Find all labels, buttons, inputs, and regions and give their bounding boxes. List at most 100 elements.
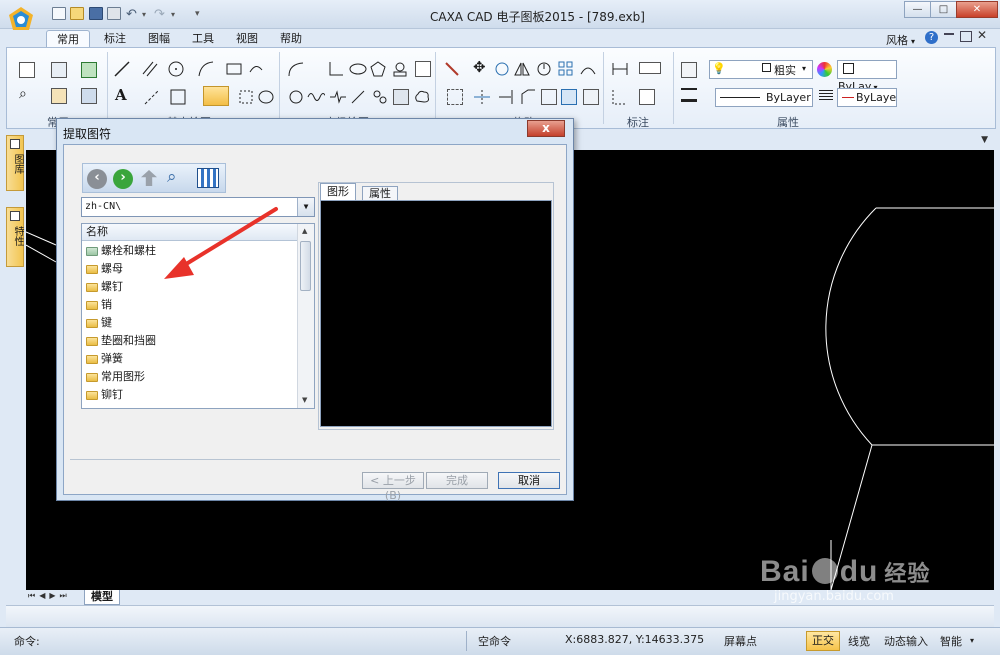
gear-profile-icon[interactable] bbox=[287, 88, 305, 106]
note-icon[interactable] bbox=[639, 89, 655, 105]
forward-icon[interactable]: › bbox=[113, 169, 133, 189]
view-mode-icon[interactable] bbox=[197, 168, 219, 188]
wave-icon[interactable] bbox=[257, 88, 275, 106]
spline-icon[interactable] bbox=[247, 60, 265, 78]
linewidth-icon[interactable] bbox=[681, 88, 697, 102]
layer-manager-icon[interactable] bbox=[681, 62, 697, 78]
arrow-icon[interactable] bbox=[349, 88, 367, 106]
hatch-icon[interactable] bbox=[169, 88, 187, 106]
list-item[interactable]: 销 bbox=[86, 296, 112, 314]
parallel-line-icon[interactable] bbox=[141, 60, 159, 78]
list-item[interactable]: 键 bbox=[86, 314, 112, 332]
print-icon[interactable] bbox=[107, 7, 121, 20]
snap-mode-selector[interactable]: 屏幕点 bbox=[724, 633, 757, 649]
properties-side-tab[interactable]: 特性 bbox=[6, 207, 24, 267]
search-icon[interactable]: ⌕ bbox=[167, 167, 177, 187]
array-icon[interactable] bbox=[557, 60, 575, 78]
linestyle-icon[interactable] bbox=[819, 90, 833, 102]
tab-list-dropdown-icon[interactable]: ▼ bbox=[981, 135, 988, 145]
rectangle-icon[interactable] bbox=[225, 60, 243, 78]
tab-model[interactable]: 模型 bbox=[84, 590, 120, 605]
tab-navigation-arrows[interactable]: ⏮◀▶⏭ bbox=[28, 591, 71, 601]
list-scrollbar[interactable]: ▲ ▼ bbox=[297, 224, 314, 408]
status-options-icon[interactable]: ▾ bbox=[970, 636, 974, 645]
customize-quick-access-icon[interactable]: ▾ bbox=[195, 9, 200, 19]
arc-icon[interactable] bbox=[197, 60, 215, 78]
ribbon-restore-icon[interactable] bbox=[960, 31, 972, 42]
list-item[interactable]: 螺栓和螺柱 bbox=[86, 242, 156, 260]
redo-dropdown-icon[interactable]: ▾ bbox=[171, 10, 175, 19]
circle-icon[interactable] bbox=[167, 60, 185, 78]
layers-icon[interactable] bbox=[51, 62, 67, 78]
ellipse-icon[interactable] bbox=[349, 60, 367, 78]
maximize-button[interactable]: □ bbox=[930, 1, 957, 18]
tab-help[interactable]: 帮助 bbox=[270, 30, 312, 47]
hole-icon[interactable] bbox=[371, 88, 389, 106]
fillet-icon[interactable] bbox=[541, 89, 557, 105]
finish-button[interactable]: 完成 bbox=[426, 472, 488, 489]
coordinate-dimension-icon[interactable] bbox=[611, 88, 629, 106]
pan-icon[interactable] bbox=[51, 88, 67, 104]
refresh-icon[interactable] bbox=[81, 62, 97, 78]
text-style-icon[interactable] bbox=[639, 62, 661, 74]
tab-attributes[interactable]: 属性 bbox=[362, 186, 398, 200]
color-wheel-icon[interactable] bbox=[817, 62, 832, 77]
centerline-icon[interactable] bbox=[143, 88, 161, 106]
linewidth-toggle[interactable]: 线宽 bbox=[848, 633, 870, 649]
trim-icon[interactable] bbox=[473, 88, 491, 106]
minimize-button[interactable]: — bbox=[904, 1, 931, 18]
library-side-tab[interactable]: 图库 bbox=[6, 135, 24, 191]
linewidth-combo[interactable]: ByLaye bbox=[837, 88, 897, 107]
scroll-down-icon[interactable]: ▼ bbox=[302, 396, 307, 404]
insert-symbol-button[interactable] bbox=[203, 86, 229, 106]
up-folder-icon[interactable] bbox=[141, 170, 157, 186]
back-icon[interactable]: ‹ bbox=[87, 169, 107, 189]
ribbon-minimize-icon[interactable] bbox=[944, 33, 954, 35]
close-button[interactable]: ✕ bbox=[956, 1, 998, 18]
undo-dropdown-icon[interactable]: ▾ bbox=[142, 10, 146, 19]
style-menu[interactable]: 风格 ▾ bbox=[886, 32, 915, 48]
chevron-down-icon[interactable]: ▼ bbox=[297, 198, 314, 216]
save-icon[interactable] bbox=[89, 7, 103, 20]
tab-graphic[interactable]: 图形 bbox=[320, 183, 356, 200]
move-icon[interactable]: ✥ bbox=[473, 58, 486, 76]
linear-dimension-icon[interactable] bbox=[611, 60, 629, 78]
erase-icon[interactable] bbox=[443, 60, 461, 78]
properties-icon[interactable] bbox=[81, 88, 97, 104]
new-file-icon[interactable] bbox=[52, 7, 66, 20]
help-icon[interactable]: ? bbox=[925, 31, 938, 44]
table-icon[interactable] bbox=[415, 61, 431, 77]
offset-icon[interactable] bbox=[561, 89, 577, 105]
redo-icon[interactable]: ↷ bbox=[154, 7, 165, 22]
tab-dimension[interactable]: 标注 bbox=[94, 30, 136, 47]
dialog-close-button[interactable]: x bbox=[527, 120, 565, 137]
list-item[interactable]: 铆钉 bbox=[86, 386, 123, 404]
line-icon[interactable] bbox=[113, 60, 131, 78]
axis-icon[interactable] bbox=[327, 60, 345, 78]
list-item[interactable]: 垫圈和挡圈 bbox=[86, 332, 156, 350]
select-box-icon[interactable] bbox=[447, 89, 463, 105]
mirror-icon[interactable] bbox=[513, 60, 531, 78]
tab-home[interactable]: 常用 bbox=[46, 30, 90, 48]
smart-snap-toggle[interactable]: 智能 bbox=[940, 633, 962, 649]
extend-icon[interactable] bbox=[497, 88, 515, 106]
cancel-button[interactable]: 取消 bbox=[498, 472, 560, 489]
wave-line-icon[interactable] bbox=[307, 88, 325, 106]
list-item[interactable]: 常用图形 bbox=[86, 368, 145, 386]
scroll-up-icon[interactable]: ▲ bbox=[302, 227, 307, 235]
tab-view[interactable]: 视图 bbox=[226, 30, 268, 47]
linetype-combo[interactable]: ByLayer bbox=[715, 88, 813, 107]
rotate-icon[interactable] bbox=[535, 60, 553, 78]
tab-tools[interactable]: 工具 bbox=[182, 30, 224, 47]
color-combo[interactable]: ByLay▾ bbox=[837, 60, 897, 93]
polyline-icon[interactable] bbox=[287, 60, 305, 78]
dynamic-input-toggle[interactable]: 动态输入 bbox=[884, 633, 928, 649]
list-item[interactable]: 弹簧 bbox=[86, 350, 123, 368]
break-line-icon[interactable] bbox=[329, 88, 347, 106]
cloud-icon[interactable] bbox=[413, 88, 431, 106]
zoom-icon[interactable]: ⌕ bbox=[19, 86, 27, 102]
scale-icon[interactable] bbox=[583, 89, 599, 105]
scroll-thumb[interactable] bbox=[300, 241, 311, 291]
block-icon[interactable] bbox=[237, 88, 255, 106]
text-icon[interactable]: A bbox=[115, 86, 127, 104]
